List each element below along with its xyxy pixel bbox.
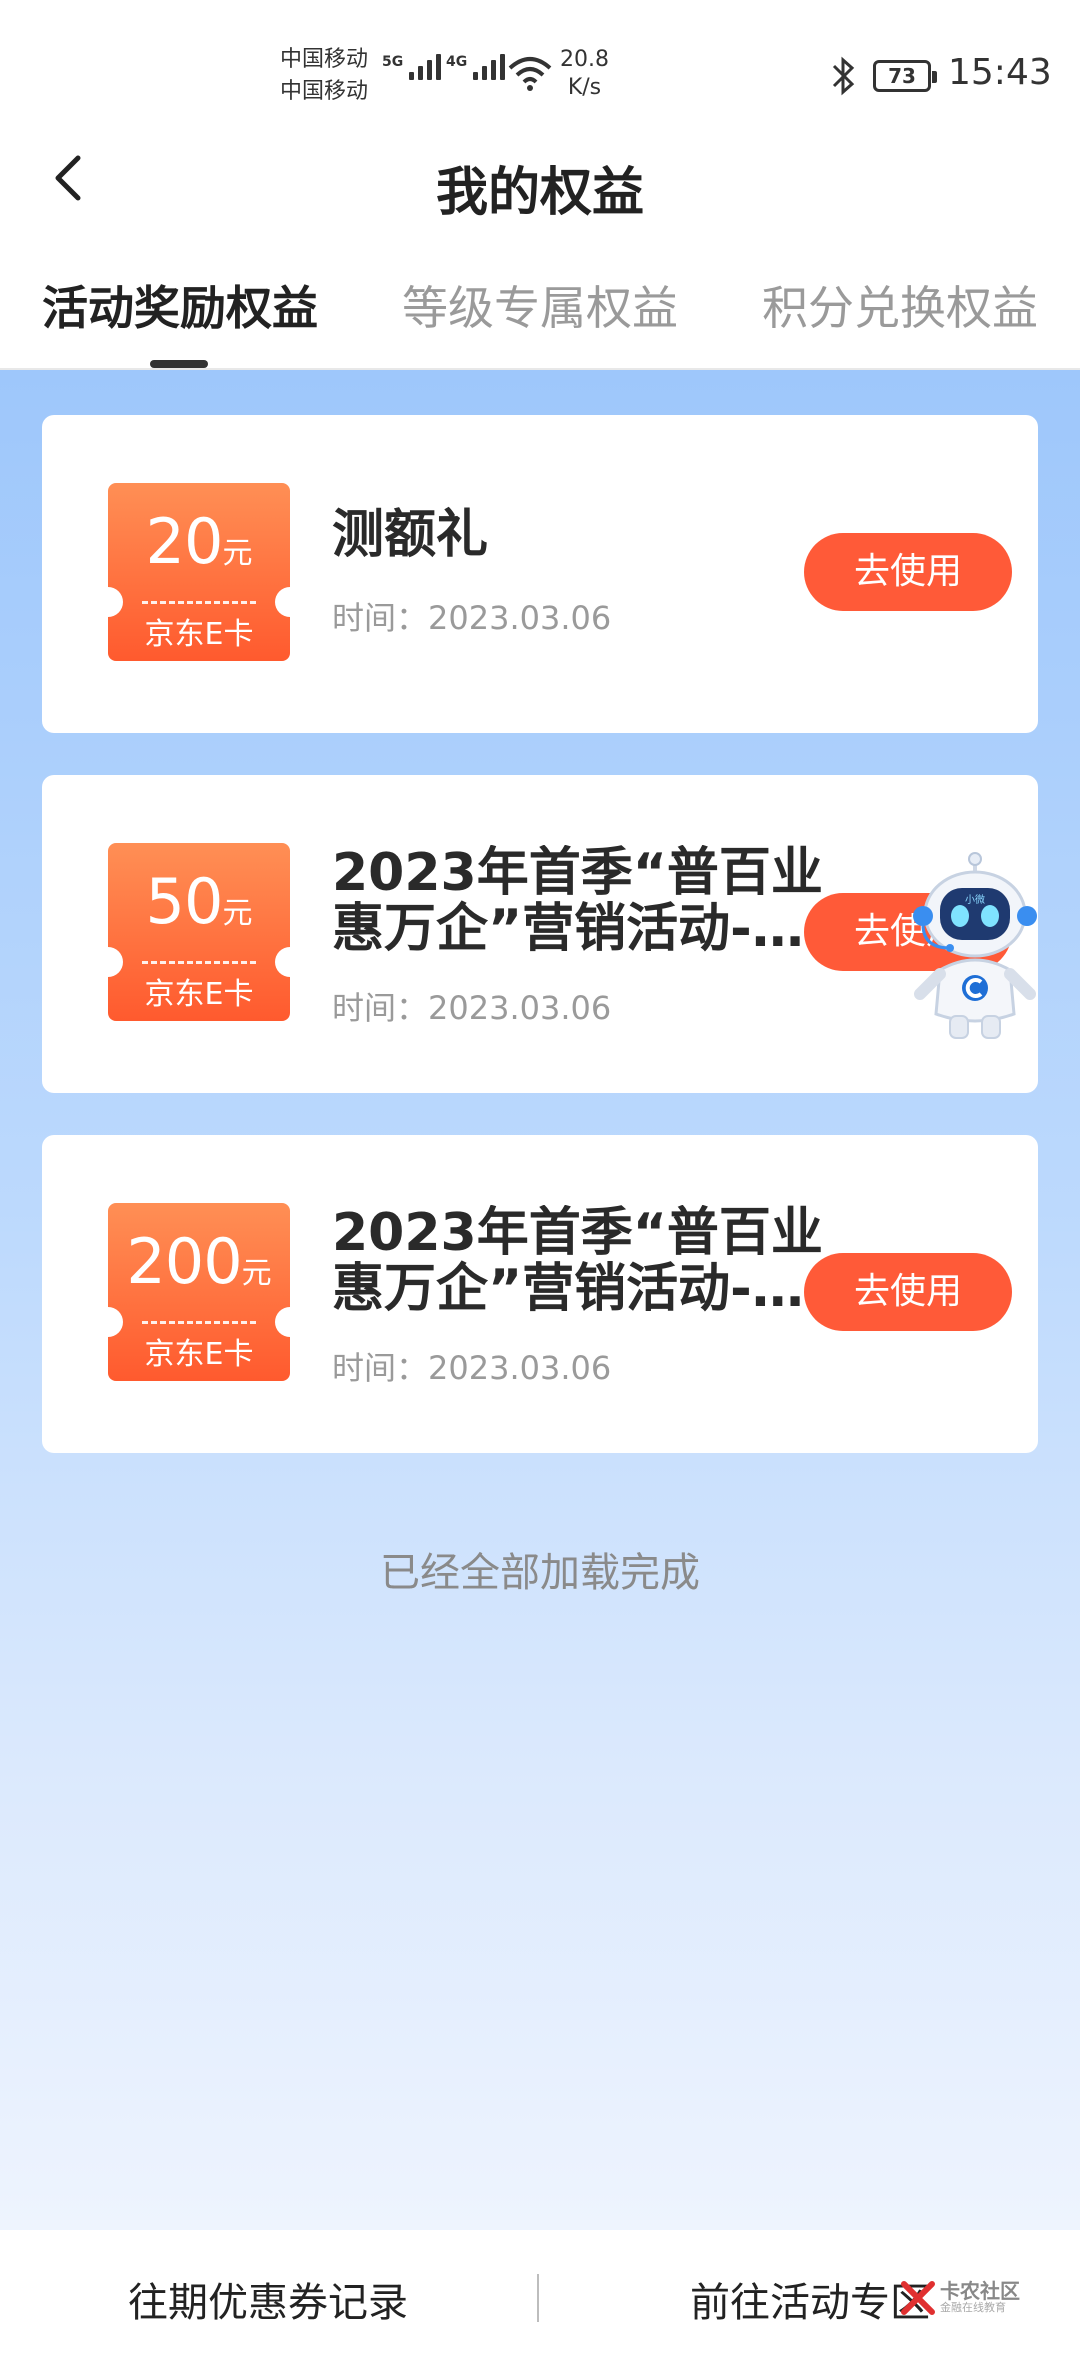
assistant-robot-icon[interactable]: 小微: [910, 852, 1040, 1042]
benefit-title: 2023年首季“普百业惠万企”营销活动-…: [332, 845, 823, 957]
header: 我的权益: [0, 130, 1080, 230]
tab-indicator: [150, 360, 208, 368]
signal-icon-sim2: 4G: [446, 54, 506, 80]
tab-points-exchange[interactable]: 积分兑换权益: [762, 272, 1038, 338]
benefit-date: 时间：2023.03.06: [332, 599, 612, 637]
benefit-title: 测额礼: [332, 505, 489, 565]
coupon-badge: 200元 京东E卡: [93, 1203, 305, 1381]
watermark: 卡农社区 金融在线教育: [900, 2280, 1020, 2316]
tab-bar: 活动奖励权益 等级专属权益 积分兑换权益: [0, 260, 1080, 370]
use-button[interactable]: 去使用: [804, 533, 1012, 611]
coupon-badge: 50元 京东E卡: [93, 843, 305, 1021]
page-title: 我的权益: [435, 163, 644, 223]
wifi-icon: [508, 57, 552, 91]
watermark-logo-icon: [901, 2281, 935, 2315]
robot-badge: 小微: [965, 893, 985, 906]
watermark-subtext: 金融在线教育: [940, 2301, 1006, 2314]
status-bar: 中国移动 中国移动 5G 4G 20.8 K/s 73 15:43: [0, 0, 1080, 130]
benefit-date: 时间：2023.03.06: [332, 989, 612, 1027]
watermark-text: 卡农社区: [940, 2279, 1020, 2303]
bottom-divider: [537, 2274, 539, 2322]
benefit-title: 2023年首季“普百业惠万企”营销活动-…: [332, 1205, 823, 1317]
speed-value: 20.8: [560, 47, 609, 72]
coupon-amount: 200: [126, 1225, 242, 1298]
tab-activity-rewards[interactable]: 活动奖励权益: [42, 272, 318, 338]
signal-icon-sim1: 5G: [382, 54, 442, 80]
carrier-1: 中国移动: [280, 47, 369, 72]
carrier-names: 中国移动 中国移动: [280, 44, 368, 108]
coupon-amount: 50: [145, 865, 224, 938]
coupon-amount: 20: [145, 505, 224, 578]
network-type-2: 4G: [446, 54, 468, 70]
speed-unit: K/s: [567, 75, 602, 100]
coupon-badge: 20元 京东E卡: [93, 483, 305, 661]
coupon-type: 京东E卡: [144, 977, 254, 1012]
carrier-2: 中国移动: [280, 79, 369, 104]
network-speed: 20.8 K/s: [560, 46, 609, 102]
list-end-message: 已经全部加载完成: [380, 1550, 700, 1596]
benefit-card: 200元 京东E卡 2023年首季“普百业惠万企”营销活动-… 时间：2023.…: [42, 1135, 1038, 1453]
bluetooth-icon: [832, 56, 855, 96]
past-coupons-link[interactable]: 往期优惠券记录: [128, 2270, 408, 2328]
coupon-unit: 元: [222, 536, 253, 571]
coupon-unit: 元: [241, 1256, 272, 1291]
benefits-list: 20元 京东E卡 测额礼 时间：2023.03.06 去使用 50元 京东E卡 …: [0, 370, 1080, 2230]
benefit-card: 50元 京东E卡 2023年首季“普百业惠万企”营销活动-… 时间：2023.0…: [42, 775, 1038, 1093]
bottom-bar: 往期优惠券记录 前往活动专区 卡农社区 金融在线教育: [0, 2230, 1080, 2376]
activity-zone-link[interactable]: 前往活动专区: [690, 2270, 930, 2328]
network-type-1: 5G: [382, 54, 404, 70]
coupon-type: 京东E卡: [144, 617, 254, 652]
benefit-date: 时间：2023.03.06: [332, 1349, 612, 1387]
use-button[interactable]: 去使用: [804, 1253, 1012, 1331]
battery-indicator: 73: [873, 60, 937, 92]
clock: 15:43: [948, 52, 1052, 93]
tab-level-benefits[interactable]: 等级专属权益: [402, 272, 678, 338]
coupon-unit: 元: [222, 896, 253, 931]
benefit-card: 20元 京东E卡 测额礼 时间：2023.03.06 去使用: [42, 415, 1038, 733]
coupon-type: 京东E卡: [144, 1337, 254, 1372]
